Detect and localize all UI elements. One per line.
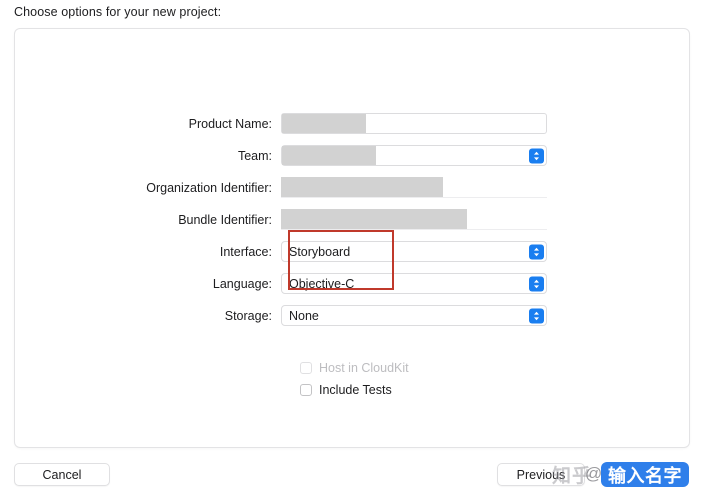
field-control-wrapper: [281, 209, 547, 230]
field-label: Product Name:: [188, 116, 272, 131]
form-row: Team:: [15, 143, 689, 168]
cancel-button[interactable]: Cancel: [14, 463, 110, 486]
chevron-up-down-icon[interactable]: [529, 308, 544, 323]
checkbox-icon: [300, 361, 312, 374]
checkbox-row: Host in CloudKit: [300, 358, 409, 377]
redaction-block: [281, 209, 467, 229]
checkbox-label: Include Tests: [319, 382, 392, 397]
field-label: Storage:: [224, 308, 272, 323]
chevron-up-down-icon[interactable]: [529, 148, 544, 163]
form-row: Organization Identifier:: [15, 175, 689, 200]
checkbox-row[interactable]: Include Tests: [300, 380, 409, 399]
page-title: Choose options for your new project:: [14, 5, 222, 19]
new-project-options-panel: Product Name: Team: Organization Identifie…: [14, 28, 690, 448]
popup-button[interactable]: None: [281, 305, 547, 326]
field-label: Interface:: [219, 244, 272, 259]
field-label: Bundle Identifier:: [178, 212, 272, 227]
field-control-wrapper: None: [281, 305, 547, 326]
previous-button[interactable]: Previous: [497, 463, 585, 486]
field-control-wrapper: Objective-C: [281, 273, 547, 294]
checkbox-group: Host in CloudKit Include Tests: [300, 358, 409, 402]
popup-button[interactable]: Objective-C: [281, 273, 547, 294]
chevron-up-down-icon[interactable]: [529, 244, 544, 259]
form-row: Interface: Storyboard: [15, 239, 689, 264]
checkbox-icon[interactable]: [300, 383, 312, 396]
field-control-wrapper: [281, 177, 547, 198]
username-badge: 输入名字: [601, 462, 689, 487]
field-control-wrapper: [281, 113, 547, 134]
redaction-block: [282, 146, 376, 165]
field-control-wrapper: Storyboard: [281, 241, 547, 262]
checkbox-label: Host in CloudKit: [319, 360, 409, 375]
project-options-form: Product Name: Team: Organization Identifie…: [15, 111, 689, 335]
redaction-block: [282, 114, 366, 133]
at-symbol-icon: @: [585, 464, 603, 483]
field-label: Organization Identifier:: [146, 180, 272, 195]
field-label: Team:: [237, 148, 272, 163]
form-row: Storage: None: [15, 303, 689, 328]
chevron-up-down-icon[interactable]: [529, 276, 544, 291]
form-row: Product Name:: [15, 111, 689, 136]
form-row: Bundle Identifier:: [15, 207, 689, 232]
field-label: Language:: [212, 276, 272, 291]
popup-button[interactable]: Storyboard: [281, 241, 547, 262]
redaction-block: [281, 177, 443, 197]
form-row: Language: Objective-C: [15, 271, 689, 296]
field-control-wrapper: [281, 145, 547, 166]
